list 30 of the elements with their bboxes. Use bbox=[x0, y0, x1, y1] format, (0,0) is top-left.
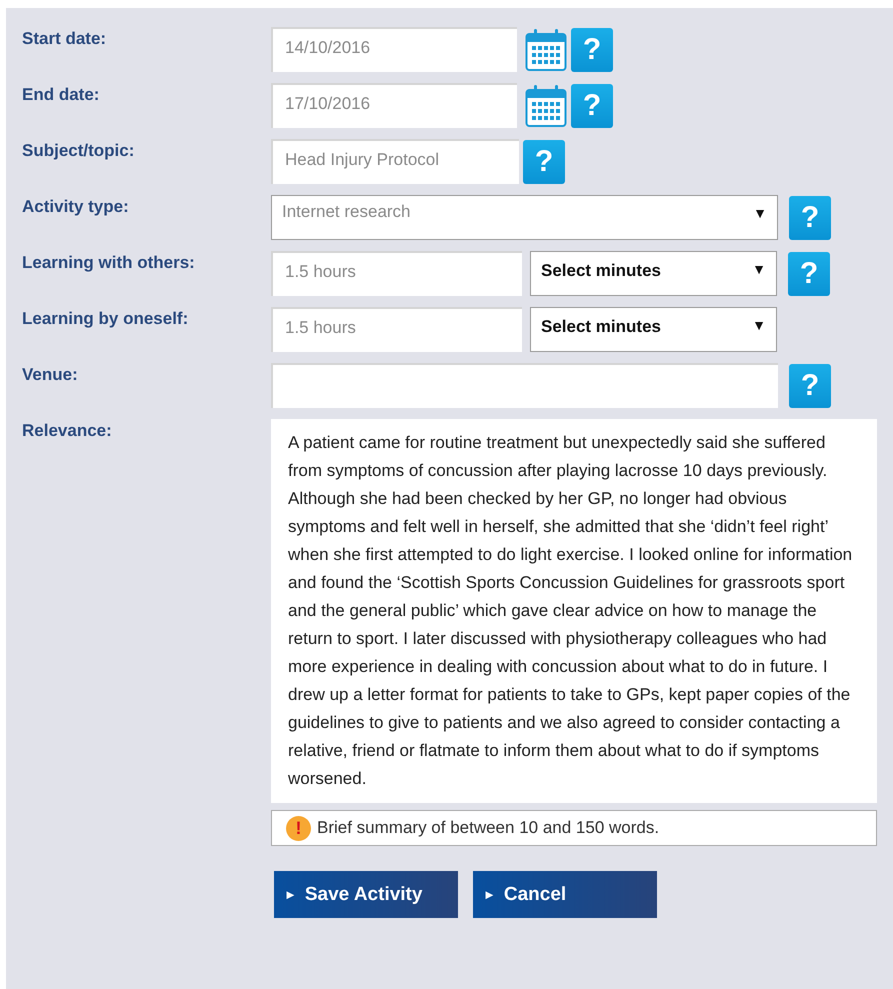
help-button[interactable]: ? bbox=[523, 140, 565, 184]
hours-field[interactable]: 1.5 hours bbox=[271, 251, 522, 296]
field-label: End date: bbox=[22, 84, 100, 105]
date-field[interactable]: 14/10/2016 bbox=[271, 27, 517, 72]
field-label: Start date: bbox=[22, 28, 108, 49]
minutes-select[interactable]: Select minutes ▼ bbox=[530, 251, 777, 296]
calendar-icon[interactable] bbox=[525, 28, 567, 72]
warning-icon: ! bbox=[286, 816, 311, 840]
help-button[interactable]: ? bbox=[789, 364, 831, 408]
help-button[interactable]: ? bbox=[788, 252, 830, 296]
field-label: Subject/topic: bbox=[22, 140, 136, 161]
date-field[interactable]: 17/10/2016 bbox=[271, 83, 517, 128]
note-text: Brief summary of between 10 and 150 words. bbox=[317, 818, 660, 838]
venue-field[interactable] bbox=[271, 363, 778, 408]
topic-field[interactable]: Head Injury Protocol bbox=[271, 139, 519, 184]
cancel-button[interactable]: ► Cancel bbox=[473, 871, 657, 918]
field-label: Learning by oneself: bbox=[22, 308, 190, 329]
help-button[interactable]: ? bbox=[789, 196, 831, 240]
calendar-icon[interactable] bbox=[525, 84, 567, 128]
help-button[interactable]: ? bbox=[571, 84, 613, 128]
field-label: Venue: bbox=[22, 364, 79, 385]
field-label: Activity type: bbox=[22, 196, 130, 217]
minutes-select[interactable]: Select minutes ▼ bbox=[530, 307, 777, 352]
field-label: Relevance: bbox=[22, 420, 113, 441]
help-button[interactable]: ? bbox=[571, 28, 613, 72]
save-button[interactable]: ► Save Activity bbox=[274, 871, 458, 918]
field-label: Learning with others: bbox=[22, 252, 196, 273]
hours-field[interactable]: 1.5 hours bbox=[271, 307, 522, 352]
relevance-field[interactable]: A patient came for routine treatment but unexpectedly said she suffered from symptoms of concussion after playing lacrosse 10 days previously. Although she had been checked by her GP, no longer had obvious symptoms and felt well in herself, she admitted that she ‘didn’t feel right’ when she first attempted to do light exercise. I looked online for information and found the ‘Scottish Sports Concussion Guidelines for grassroots sport and the general public’ which gave clear advice on how to manage the return to sport. I later discussed with physiotherapy colleagues who had more experience in dealing with concussion about what to do in future. I drew up a letter format for patients to take to GPs, kept paper copies of the guidelines to give to patients and we also agreed to consider contacting a relative, friend or flatmate to inform them about what to do if symptoms worsened. bbox=[271, 419, 877, 803]
activity-type-select[interactable]: Internet research ▼ bbox=[271, 195, 778, 240]
